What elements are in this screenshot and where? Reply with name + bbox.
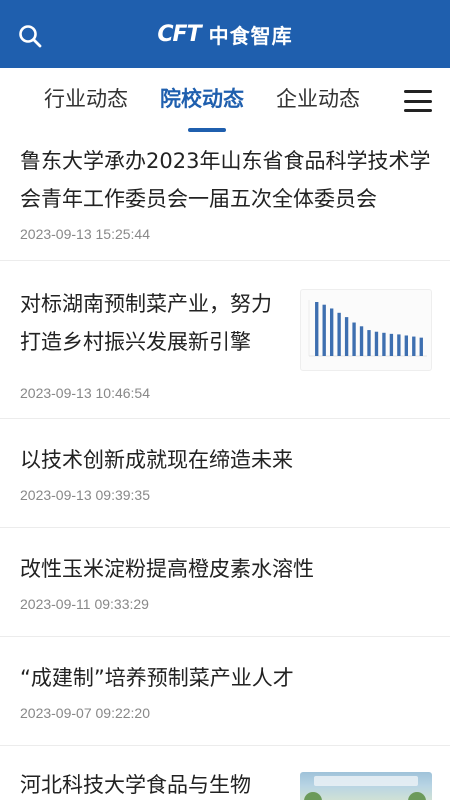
search-icon [19, 25, 42, 48]
menu-button[interactable] [404, 90, 432, 112]
thumbnail-bar [344, 317, 349, 356]
news-title: 以技术创新成就现在缔造未来 [20, 448, 293, 472]
bar-chart-thumbnail [300, 289, 432, 371]
news-title: 鲁东大学承办2023年山东省食品科学技术学会青年工作委员会一届五次全体委员会 [20, 149, 431, 211]
list-item[interactable]: 河北科技大学食品与生物 [0, 746, 450, 800]
thumbnail-bar [329, 308, 334, 356]
category-tabs: 行业动态 院校动态 企业动态 [0, 68, 450, 134]
thumbnail-bar [404, 335, 409, 356]
news-date: 2023-09-13 09:39:35 [20, 487, 150, 503]
news-title: 河北科技大学食品与生物 [20, 773, 251, 797]
news-date: 2023-09-13 10:46:54 [20, 385, 150, 401]
thumbnail-bar [359, 326, 364, 356]
news-date: 2023-09-11 09:33:29 [20, 596, 149, 612]
thumbnail-bar [322, 304, 326, 356]
app-logo: CFT 中食智库 [157, 20, 292, 49]
news-date: 2023-09-13 15:25:44 [20, 226, 150, 242]
list-item[interactable]: “成建制”培养预制菜产业人才 2023-09-07 09:22:20 [0, 637, 450, 746]
tab-campus-news[interactable]: 院校动态 [160, 83, 244, 113]
news-title: 对标湖南预制菜产业，努力打造乡村振兴发展新引擎 [20, 292, 272, 354]
search-button[interactable] [16, 22, 44, 50]
tab-industry-news[interactable]: 行业动态 [44, 83, 128, 113]
thumbnail-bar [337, 312, 341, 356]
logo-mark: CFT [157, 21, 201, 47]
thumbnail-chart-svg [308, 300, 427, 357]
thumbnail-bar [315, 302, 319, 356]
hamburger-menu-icon [404, 90, 432, 93]
active-tab-indicator [188, 128, 226, 132]
thumbnail-bar [412, 336, 416, 356]
news-title: 改性玉米淀粉提高橙皮素水溶性 [20, 557, 314, 581]
thumbnail-bar [397, 334, 401, 356]
list-item[interactable]: 对标湖南预制菜产业，努力打造乡村振兴发展新引擎 2023-09-13 10:46… [0, 261, 450, 419]
thumbnail-bar [367, 330, 371, 356]
logo-text: 中食智库 [208, 23, 293, 48]
app-header: CFT 中食智库 [0, 0, 450, 68]
list-item[interactable]: 鲁东大学承办2023年山东省食品科学技术学会青年工作委员会一届五次全体委员会 2… [0, 134, 450, 261]
news-title: “成建制”培养预制菜产业人才 [20, 666, 294, 690]
news-date: 2023-09-07 09:22:20 [20, 705, 150, 721]
thumbnail-bar [352, 322, 356, 356]
campus-photo-thumbnail [300, 772, 432, 800]
news-list: 鲁东大学承办2023年山东省食品科学技术学会青年工作委员会一届五次全体委员会 2… [0, 134, 450, 800]
thumbnail-bar [374, 331, 379, 356]
list-item[interactable]: 改性玉米淀粉提高橙皮素水溶性 2023-09-11 09:33:29 [0, 528, 450, 637]
list-item[interactable]: 以技术创新成就现在缔造未来 2023-09-13 09:39:35 [0, 419, 450, 528]
thumbnail-bar [419, 337, 423, 356]
tab-company-news[interactable]: 企业动态 [276, 83, 360, 113]
thumbnail-bar [389, 333, 394, 356]
thumbnail-bar [382, 332, 386, 356]
